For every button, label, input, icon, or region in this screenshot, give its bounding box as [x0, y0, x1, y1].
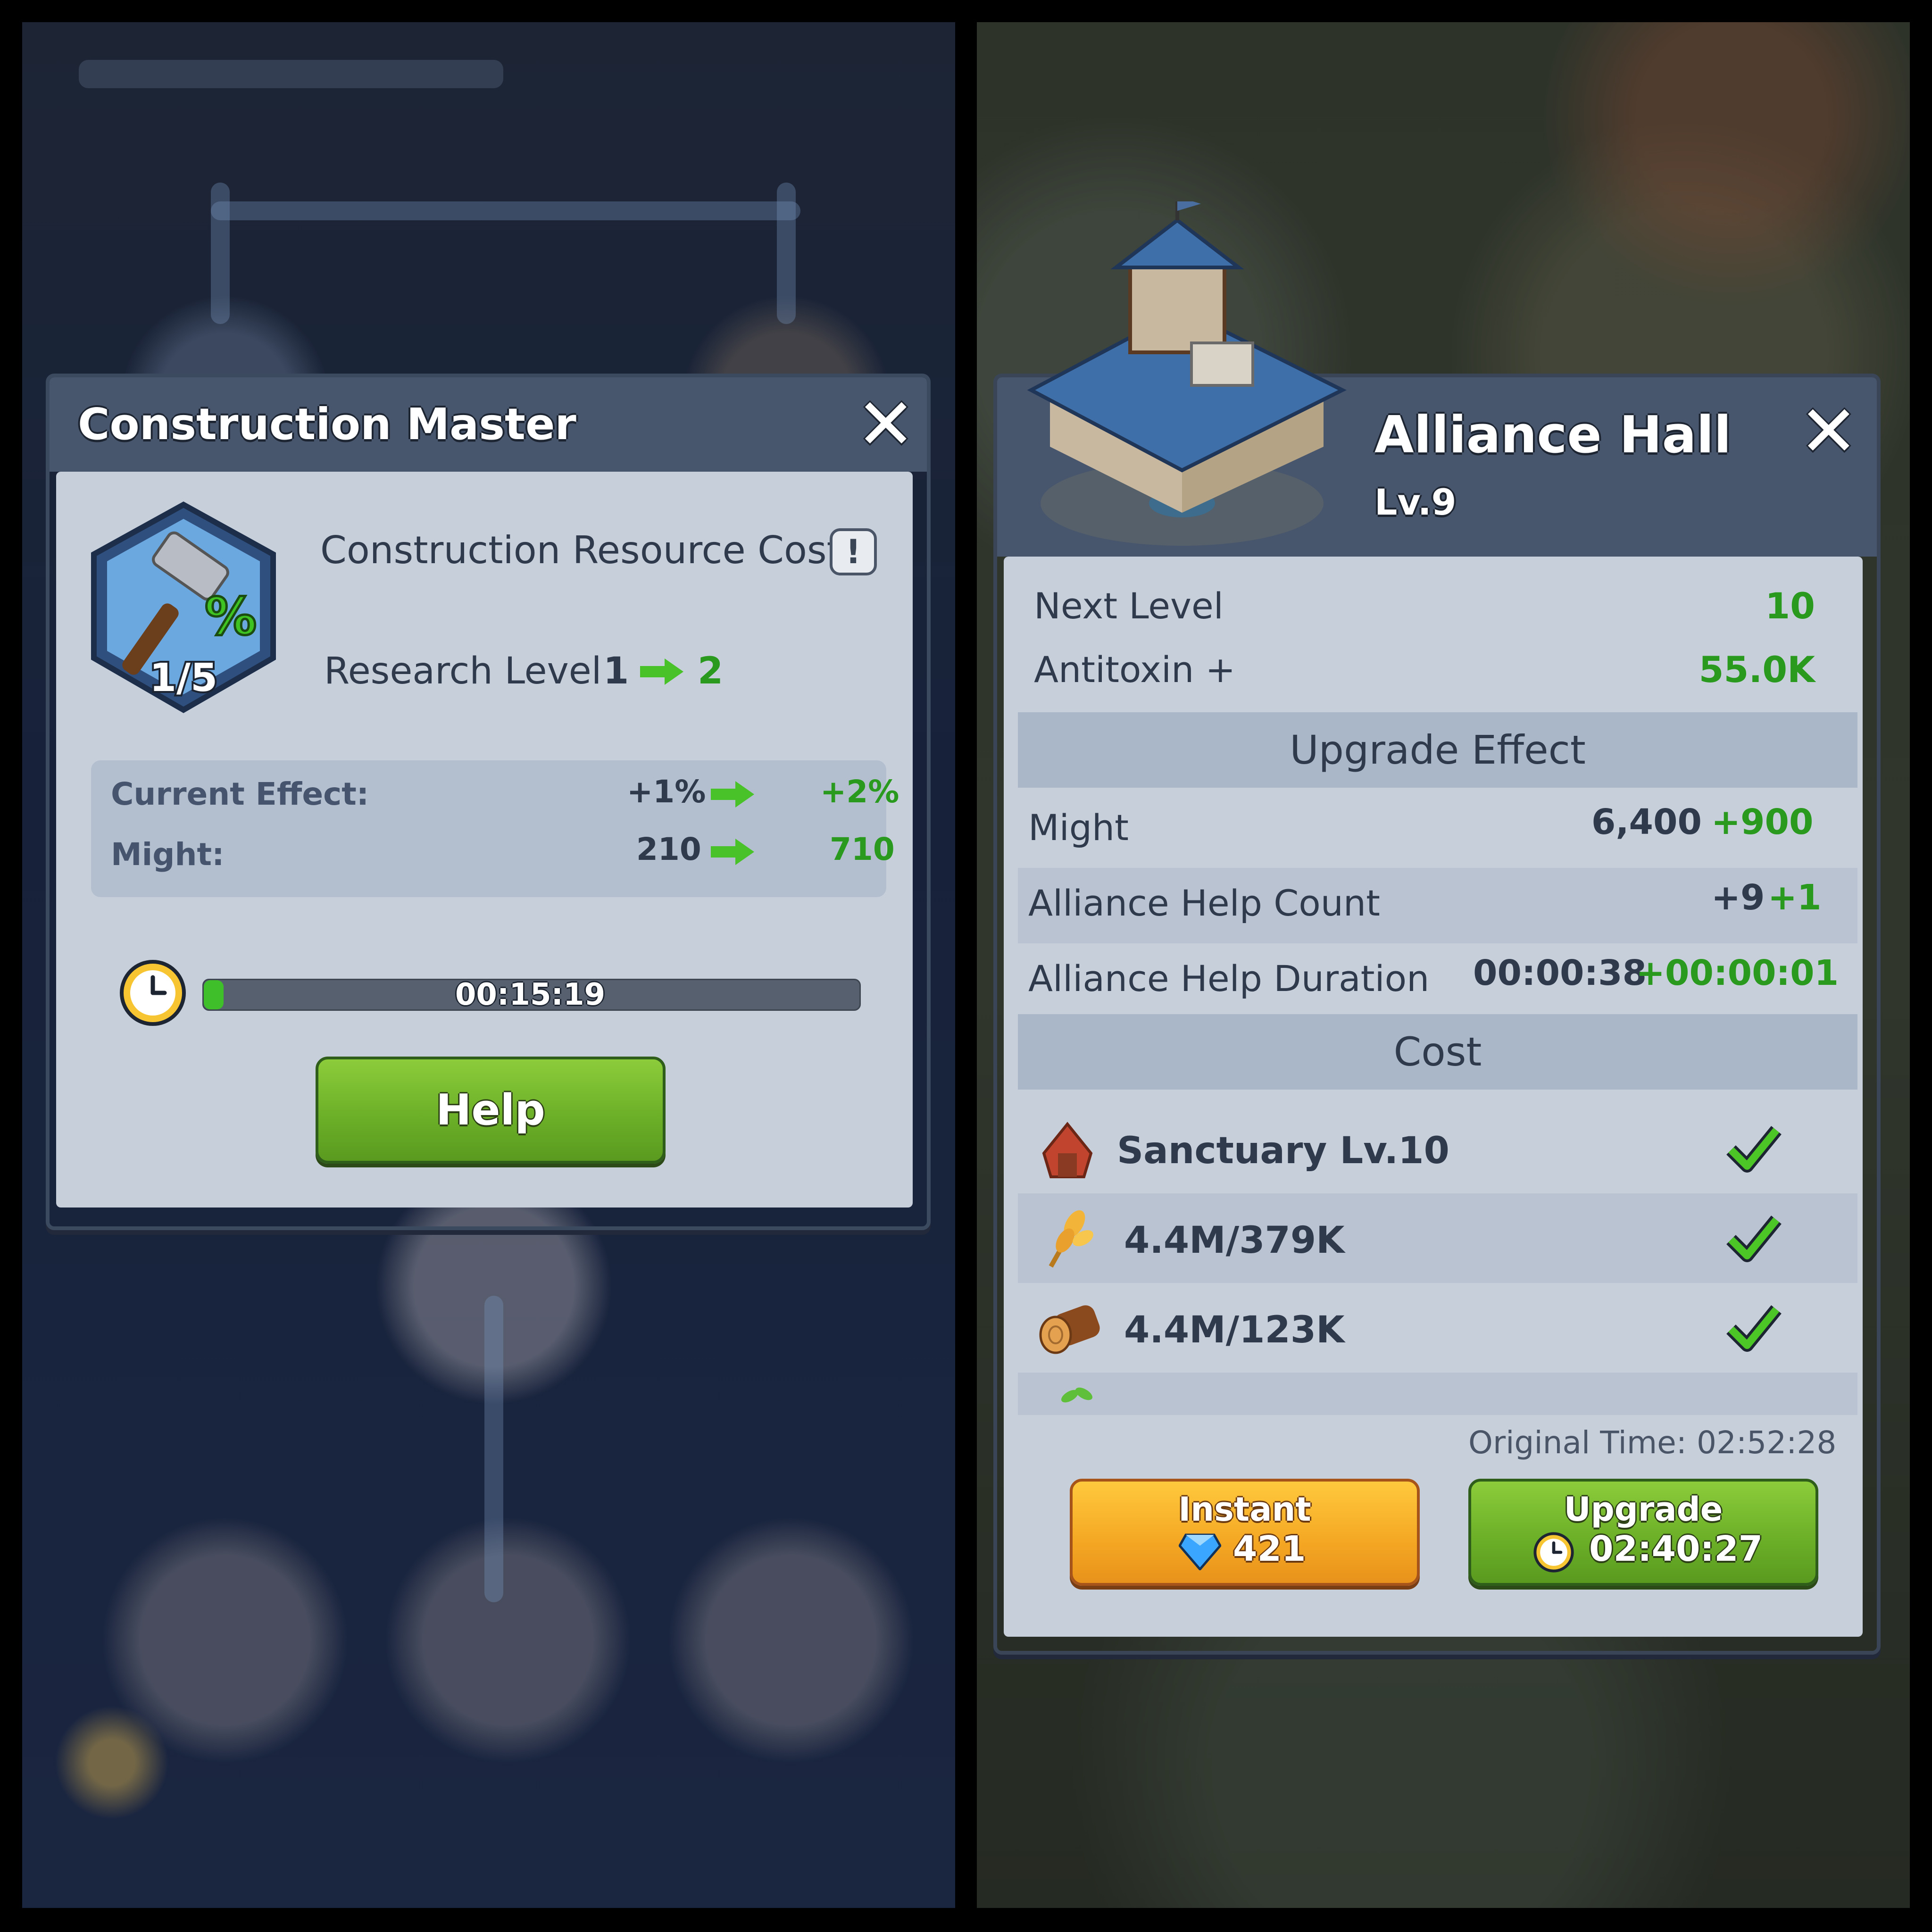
sanctuary-icon [1042, 1122, 1093, 1178]
blurred-top-bar [79, 60, 503, 88]
right-screenshot: Alliance Hall Lv.9 ✕ Next Level 10 Antit… [977, 22, 1910, 1908]
log-icon [1039, 1305, 1100, 1354]
research-level-next: 2 [698, 650, 724, 692]
alliance-hall-building-icon [1027, 201, 1347, 546]
dialog-header: Construction Master ✕ [50, 377, 927, 472]
help-button[interactable]: Help [316, 1057, 666, 1164]
effect-help-count-bonus: +1 [1768, 877, 1822, 918]
cost-text: 4.4M/123K [1124, 1309, 1345, 1351]
might-next: 710 [830, 831, 895, 867]
gem-icon [1179, 1533, 1221, 1570]
original-time: Original Time: 02:52:28 [1468, 1424, 1837, 1461]
effect-current: +1% [627, 774, 706, 810]
sprout-icon [1061, 1387, 1093, 1403]
research-dialog: Construction Master ✕ % 1/5 Construction… [46, 374, 931, 1230]
hammer-research-icon: % 1/5 [91, 501, 276, 713]
effect-label: Current Effect: [111, 776, 369, 812]
blurred-tree-line [211, 201, 800, 220]
cost-header: Cost [1018, 1014, 1857, 1090]
upgrade-effect-header: Upgrade Effect [1018, 712, 1857, 788]
antitoxin-label: Antitoxin + [1034, 649, 1236, 691]
checkmark-icon [1726, 1216, 1782, 1262]
timer-value: 00:15:19 [455, 977, 606, 1012]
dialog-title: Construction Master [78, 399, 576, 450]
building-level: Lv.9 [1374, 481, 1457, 523]
checkmark-icon [1726, 1126, 1782, 1173]
next-level-value: 10 [1765, 585, 1815, 627]
close-button[interactable]: ✕ [856, 389, 916, 460]
info-button[interactable]: ! [830, 528, 877, 575]
cost-row: 4.4M/123K [1018, 1283, 1857, 1373]
dialog-body: % 1/5 Construction Resource Cost↓ ! Rese… [56, 472, 913, 1208]
might-current: 210 [636, 831, 701, 867]
antitoxin-value: 55.0K [1699, 649, 1815, 691]
building-dialog: Alliance Hall Lv.9 ✕ Next Level 10 Antit… [993, 374, 1881, 1655]
arrow-right-icon [711, 839, 754, 865]
research-level-label: Research Level [324, 650, 602, 692]
cost-text: Sanctuary Lv.10 [1117, 1130, 1449, 1172]
upgrade-time: 02:40:27 [1589, 1529, 1763, 1569]
clock-icon [1533, 1532, 1574, 1573]
effect-might-bonus: +900 [1711, 802, 1814, 842]
cost-row: Sanctuary Lv.10 [1018, 1104, 1857, 1193]
building-title: Alliance Hall [1374, 406, 1732, 465]
clock-icon [120, 960, 186, 1026]
instant-button[interactable]: Instant 421 [1070, 1479, 1420, 1586]
blurred-tree-line [777, 183, 796, 324]
left-screenshot: Construction Master ✕ % 1/5 Construction… [22, 22, 955, 1908]
cost-list[interactable]: Sanctuary Lv.10 4.4M/379K 4.4M/123K [1018, 1104, 1857, 1415]
research-badge: 1/5 [150, 656, 217, 700]
checkmark-icon [1726, 1305, 1782, 1352]
research-name: Construction Resource Cost↓ [320, 528, 873, 572]
arrow-right-icon [640, 658, 683, 685]
arrow-right-icon [711, 781, 754, 808]
cost-text: 4.4M/379K [1124, 1219, 1345, 1262]
effect-help-count-current: +9 [1711, 877, 1765, 918]
might-label: Might: [111, 836, 225, 873]
blurred-tree-line [211, 183, 230, 324]
instant-gems: 421 [1233, 1529, 1306, 1569]
effect-help-duration-label: Alliance Help Duration [1028, 958, 1430, 999]
effect-help-duration-current: 00:00:38 [1473, 953, 1647, 993]
effect-help-duration-bonus: +00:00:01 [1636, 953, 1839, 993]
effect-next: +2% [820, 774, 899, 810]
svg-text:%: % [205, 586, 257, 647]
close-button[interactable]: ✕ [1799, 396, 1858, 467]
instant-label: Instant [1178, 1490, 1311, 1529]
cost-row-partial [1018, 1373, 1857, 1415]
effect-might-label: Might [1028, 807, 1129, 849]
wheat-icon [1049, 1210, 1093, 1268]
research-level-current: 1 [603, 650, 629, 692]
cost-row: 4.4M/379K [1018, 1193, 1857, 1283]
blurred-tree-line [484, 1296, 503, 1602]
upgrade-label: Upgrade [1564, 1490, 1723, 1529]
effect-might-current: 6,400 [1591, 802, 1702, 842]
next-level-label: Next Level [1034, 585, 1224, 627]
effect-help-count-label: Alliance Help Count [1028, 882, 1380, 924]
upgrade-button[interactable]: Upgrade 02:40:27 [1468, 1479, 1818, 1586]
dialog-body: Next Level 10 Antitoxin + 55.0K Upgrade … [1004, 557, 1863, 1637]
